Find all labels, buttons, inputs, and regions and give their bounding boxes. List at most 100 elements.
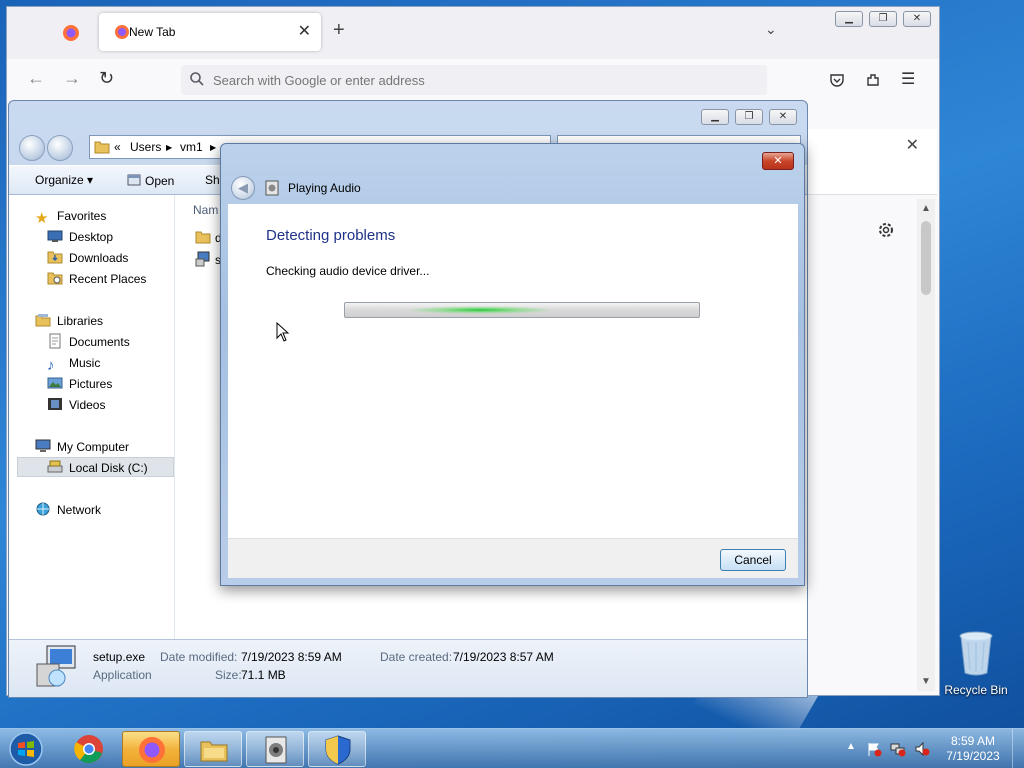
tab-title: New Tab (129, 25, 176, 39)
breadcrumb-separator-icon[interactable]: ▶ (166, 143, 172, 152)
taskbar-audio-troubleshooter[interactable] (246, 731, 304, 767)
nav-libraries[interactable]: Libraries (35, 311, 103, 331)
nav-recent-places[interactable]: Recent Places (47, 269, 146, 289)
address-bar[interactable] (181, 65, 767, 95)
mouse-cursor-icon (276, 322, 290, 342)
extensions-icon[interactable] (865, 72, 881, 88)
chrome-icon (74, 735, 103, 763)
open-button[interactable]: Open (127, 173, 174, 188)
open-label: Open (145, 174, 175, 188)
desktop-icon (47, 230, 63, 242)
show-desktop-button[interactable] (1012, 729, 1024, 768)
system-clock[interactable]: 8:59 AM 7/19/2023 (936, 734, 1010, 764)
detail-size-label: Size: (215, 668, 242, 682)
cancel-button[interactable]: Cancel (720, 549, 786, 571)
notification-close-icon[interactable]: ✕ (906, 135, 919, 155)
scrollbar-thumb[interactable] (921, 221, 931, 295)
setup-application-icon (36, 645, 76, 687)
network-disconnected-icon[interactable] (890, 741, 906, 757)
scroll-down-arrow-icon[interactable]: ▼ (921, 676, 931, 687)
folder-icon (195, 231, 211, 244)
tab-close-icon[interactable]: ✕ (298, 21, 311, 41)
explorer-maximize-button[interactable]: ❐ (735, 109, 763, 125)
breadcrumb-separator-icon[interactable]: ▶ (210, 143, 216, 152)
clock-time: 8:59 AM (950, 734, 996, 748)
scroll-up-arrow-icon[interactable]: ▲ (921, 203, 931, 214)
nav-pictures[interactable]: Pictures (47, 374, 112, 394)
file-row[interactable]: s (195, 251, 221, 267)
explorer-close-button[interactable]: ✕ (769, 109, 797, 125)
gear-icon[interactable] (875, 219, 897, 241)
menu-hamburger-icon[interactable]: ☰ (901, 69, 915, 89)
setup-exe-icon (195, 251, 210, 267)
firefox-maximize-button[interactable]: ❐ (869, 11, 897, 27)
tray-overflow-chevron-icon[interactable]: ▲ (846, 741, 856, 752)
breadcrumb-vm1[interactable]: vm1 (180, 140, 203, 154)
nav-downloads[interactable]: Downloads (47, 248, 128, 268)
detail-file-name: setup.exe (93, 650, 146, 664)
nav-desktop[interactable]: Desktop (47, 227, 113, 247)
videos-icon (48, 398, 62, 410)
firefox-icon (139, 737, 165, 763)
firefox-view-icon[interactable] (59, 21, 83, 45)
start-button-windows-icon[interactable] (6, 731, 46, 767)
explorer-minimize-button[interactable]: ▁ (701, 109, 729, 125)
tab-new-tab[interactable]: New Tab ✕ (99, 13, 321, 51)
nav-local-disk[interactable]: Local Disk (C:) (47, 458, 148, 478)
taskbar-chrome[interactable] (60, 731, 118, 767)
explorer-back-button[interactable] (19, 135, 45, 161)
forward-arrow-icon[interactable]: → (63, 68, 81, 89)
dialog-content: Detecting problems Checking audio device… (228, 204, 798, 538)
application-icon (127, 174, 141, 186)
nav-network[interactable]: Network (35, 500, 101, 520)
nav-videos[interactable]: Videos (47, 395, 105, 415)
taskbar-file-explorer[interactable] (184, 731, 242, 767)
reload-icon[interactable]: ↻ (99, 68, 114, 89)
star-icon: ★ (35, 210, 49, 227)
folder-icon (94, 141, 110, 154)
firefox-scrollbar[interactable]: ▲ ▼ (917, 199, 935, 691)
pocket-icon[interactable] (829, 72, 845, 88)
action-center-flag-icon[interactable] (866, 741, 882, 757)
breadcrumb-overflow[interactable]: « (114, 140, 121, 154)
address-input[interactable] (213, 70, 753, 90)
nav-favorites[interactable]: ★ Favorites (35, 206, 107, 227)
organize-button[interactable]: Organize ▾ (35, 173, 93, 187)
nav-pictures-label: Pictures (69, 377, 113, 391)
new-tab-plus-icon[interactable]: + (333, 19, 345, 42)
breadcrumb-users[interactable]: Users (130, 140, 161, 154)
taskbar: ▲ 8:59 AM 7/19/2023 (0, 728, 1024, 768)
taskbar-security-center[interactable] (308, 731, 366, 767)
firefox-close-button[interactable]: ✕ (903, 11, 931, 27)
nav-music[interactable]: ♪ Music (47, 353, 100, 374)
file-row[interactable]: d (195, 229, 222, 245)
network-icon (36, 502, 50, 516)
hard-drive-icon (47, 460, 63, 473)
firefox-nav-bar: ← → ↻ ☰ (7, 59, 939, 101)
nav-videos-label: Videos (69, 398, 106, 412)
dialog-back-button[interactable]: ◀ (231, 176, 255, 200)
clock-date: 7/19/2023 (946, 749, 1000, 763)
nav-documents[interactable]: Documents (47, 332, 130, 352)
recycle-bin[interactable]: Recycle Bin (944, 630, 1008, 697)
explorer-forward-button[interactable] (47, 135, 73, 161)
nav-favorites-label: Favorites (57, 209, 107, 223)
pictures-icon (47, 377, 63, 389)
firefox-minimize-button[interactable]: ▁ (835, 11, 863, 27)
dialog-title: Playing Audio (288, 181, 361, 195)
detail-file-type: Application (93, 668, 152, 682)
computer-icon (35, 439, 51, 452)
detail-created-label: Date created: (380, 650, 453, 664)
nav-documents-label: Documents (69, 335, 130, 349)
dialog-close-button[interactable]: ✕ (762, 152, 794, 170)
file-explorer-icon (200, 741, 228, 762)
column-header-name[interactable]: Nam (193, 203, 218, 217)
nav-my-computer[interactable]: My Computer (35, 437, 129, 457)
volume-muted-icon[interactable] (914, 741, 930, 757)
list-all-tabs-chevron-icon[interactable]: ⌄ (765, 21, 777, 38)
taskbar-firefox[interactable] (122, 731, 180, 767)
details-pane: setup.exe Application Date modified: 7/1… (9, 639, 807, 697)
recycle-bin-label: Recycle Bin (944, 683, 1008, 697)
documents-icon (49, 333, 61, 349)
back-arrow-icon[interactable]: ← (27, 68, 45, 89)
